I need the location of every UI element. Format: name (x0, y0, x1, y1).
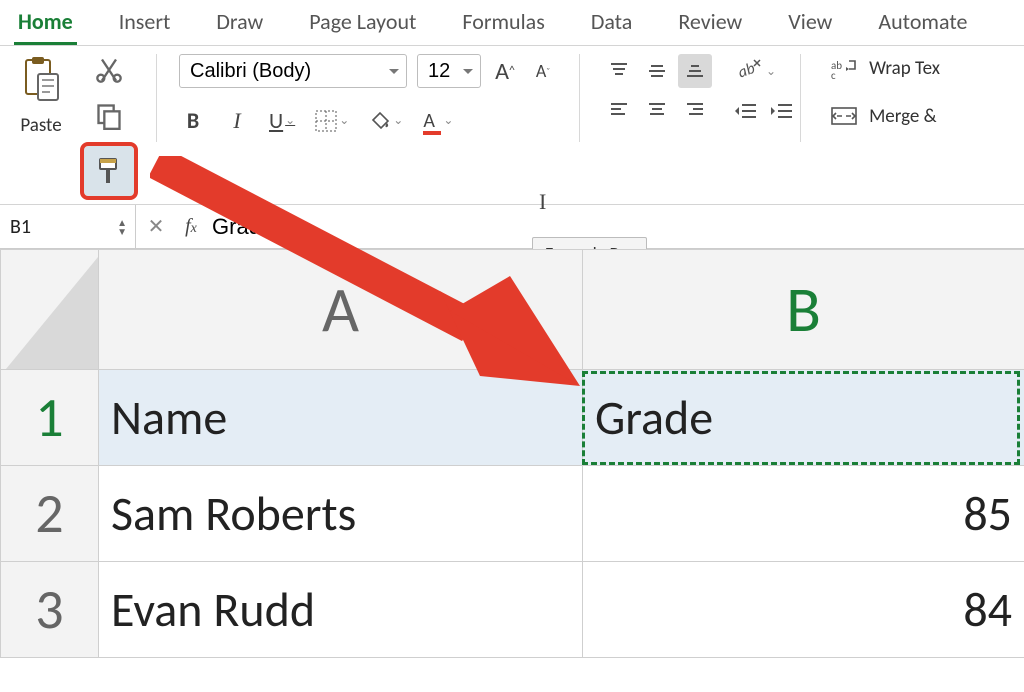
scissors-icon (95, 56, 123, 84)
format-painter-icon (94, 156, 124, 186)
underline-button[interactable]: U⌄ (267, 105, 297, 136)
align-center-icon (647, 99, 667, 119)
merge-center-button[interactable] (829, 102, 859, 130)
align-middle-icon (647, 61, 667, 81)
align-middle-button[interactable] (640, 54, 674, 88)
alignment-group: ab⌄ (602, 54, 778, 126)
row-header-2[interactable]: 2 (1, 466, 99, 562)
tab-formulas[interactable]: Formulas (458, 6, 548, 45)
borders-icon (315, 110, 337, 132)
bold-button[interactable]: B (179, 105, 207, 136)
copy-button[interactable] (93, 100, 125, 132)
align-top-icon (609, 61, 629, 81)
cell-b3[interactable]: 84 (583, 562, 1024, 658)
tab-review[interactable]: Review (674, 6, 746, 45)
divider (156, 54, 157, 142)
cell-b1[interactable]: Grade (583, 370, 1024, 466)
divider (800, 54, 801, 142)
align-left-button[interactable] (602, 92, 636, 126)
align-left-icon (609, 99, 629, 119)
ribbon: Paste A^ Aˇ B I U⌄ ⌄ (0, 46, 1024, 205)
svg-text:c: c (831, 69, 836, 82)
font-color-button[interactable]: A⌄ (421, 104, 455, 137)
tab-draw[interactable]: Draw (212, 6, 267, 45)
paste-label: Paste (20, 114, 61, 137)
svg-text:ab: ab (736, 59, 758, 82)
align-right-button[interactable] (678, 92, 712, 126)
decrease-indent-icon (734, 101, 758, 123)
row-header-1[interactable]: 1 (1, 370, 99, 466)
table-row: 2 Sam Roberts 85 (1, 466, 1024, 562)
divider (579, 54, 580, 142)
tab-view[interactable]: View (784, 6, 836, 45)
wrap-text-button[interactable]: abc (829, 54, 859, 82)
cell-b2[interactable]: 85 (583, 466, 1024, 562)
align-bottom-icon (685, 61, 705, 81)
wrap-text-icon: abc (831, 57, 857, 79)
align-center-button[interactable] (640, 92, 674, 126)
text-cursor-icon: I (539, 189, 546, 215)
increase-font-button[interactable]: A^ (491, 55, 519, 88)
table-row: 3 Evan Rudd 84 (1, 562, 1024, 658)
table-row: 1 Name Grade (1, 370, 1024, 466)
tab-data[interactable]: Data (587, 6, 637, 45)
format-painter-button[interactable] (84, 146, 134, 196)
paste-button[interactable] (16, 54, 66, 104)
align-bottom-button[interactable] (678, 54, 712, 88)
cell-a1[interactable]: Name (99, 370, 583, 466)
paste-icon (18, 56, 64, 102)
italic-button[interactable]: I (223, 106, 251, 136)
merge-icon (831, 106, 857, 126)
merge-center-label: Merge & (869, 105, 937, 128)
font-family-select[interactable] (179, 54, 407, 88)
align-right-icon (685, 99, 705, 119)
tab-page-layout[interactable]: Page Layout (305, 6, 420, 45)
increase-indent-button[interactable] (768, 98, 796, 126)
fx-icon[interactable]: fx (176, 215, 206, 238)
tab-automate[interactable]: Automate (874, 6, 971, 45)
wrap-text-label: Wrap Tex (869, 57, 940, 80)
spreadsheet: A B 1 Name Grade 2 Sam Roberts 85 3 Evan… (0, 249, 1024, 658)
select-all-corner[interactable] (1, 250, 99, 370)
name-box[interactable]: B1 ▲▼ (0, 205, 136, 248)
bucket-icon (369, 110, 391, 132)
increase-indent-icon (770, 101, 794, 123)
cell-a2[interactable]: Sam Roberts (99, 466, 583, 562)
column-header-a[interactable]: A (99, 250, 583, 370)
font-size-select[interactable] (417, 54, 481, 88)
cut-copy-paint-group (84, 54, 134, 196)
cell-a3[interactable]: Evan Rudd (99, 562, 583, 658)
column-header-b[interactable]: B (583, 250, 1024, 370)
orientation-button[interactable]: ab⌄ (732, 54, 778, 88)
tab-insert[interactable]: Insert (115, 6, 175, 45)
wrap-merge-group: abc Wrap Tex Merge & (829, 54, 940, 130)
formula-bar-row: B1 ▲▼ ✕ fx (0, 205, 1024, 249)
decrease-indent-button[interactable] (732, 98, 760, 126)
name-box-spinner[interactable]: ▲▼ (117, 218, 127, 236)
fill-color-button[interactable]: ⌄ (367, 107, 405, 135)
orientation-icon: ab (734, 56, 764, 86)
font-group: A^ Aˇ B I U⌄ ⌄ ⌄ A⌄ (179, 54, 557, 137)
tab-home[interactable]: Home (14, 6, 77, 45)
ribbon-tabs: Home Insert Draw Page Layout Formulas Da… (0, 0, 1024, 46)
copy-icon (95, 102, 123, 130)
decrease-font-button[interactable]: Aˇ (529, 57, 557, 85)
cut-button[interactable] (93, 54, 125, 86)
borders-button[interactable]: ⌄ (313, 107, 351, 135)
align-top-button[interactable] (602, 54, 636, 88)
name-box-value: B1 (10, 215, 31, 239)
row-header-3[interactable]: 3 (1, 562, 99, 658)
clipboard-group: Paste (16, 54, 66, 137)
cancel-formula-button[interactable]: ✕ (136, 214, 176, 239)
